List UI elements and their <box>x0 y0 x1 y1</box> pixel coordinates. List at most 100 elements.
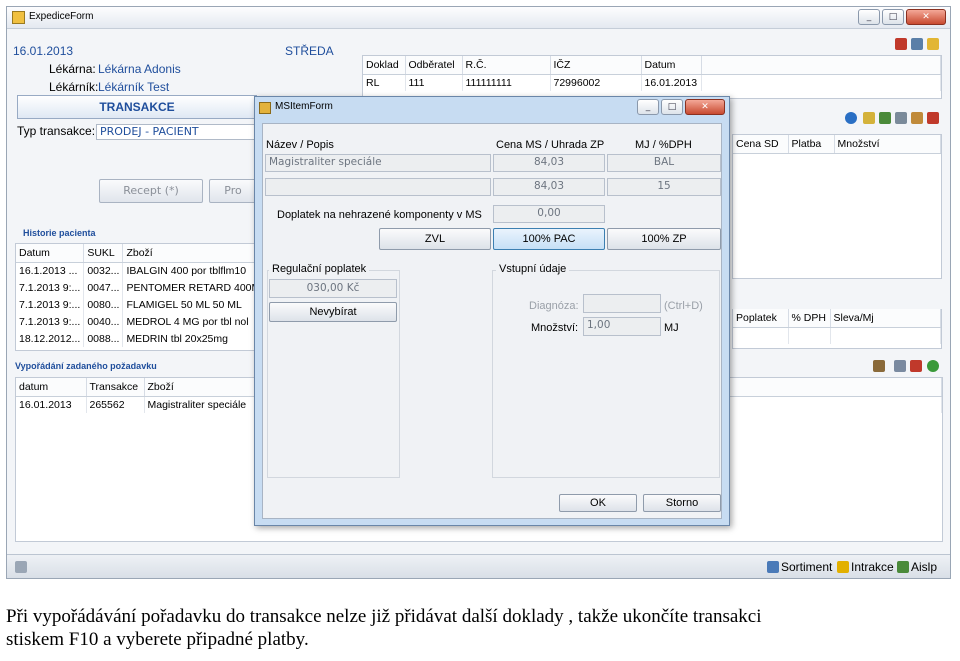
doc-col-doklad[interactable]: Doklad <box>363 56 406 75</box>
intrakce-button[interactable]: Intrakce <box>837 560 894 574</box>
pro-button[interactable]: Pro <box>209 179 257 203</box>
sortiment-label: Sortiment <box>781 560 833 574</box>
list-icon[interactable] <box>894 360 906 372</box>
zp-100-button[interactable]: 100% ZP <box>607 228 721 250</box>
history-cell: FLAMIGEL 50 ML 50 ML <box>122 296 264 313</box>
history-cell: 0080... <box>83 296 124 313</box>
sortiment-icon <box>767 561 779 573</box>
warning-icon <box>837 561 849 573</box>
dph-field[interactable]: 15 <box>607 178 721 196</box>
transaction-type-combo[interactable]: PRODEJ - PACIENT <box>96 124 256 140</box>
zvl-button[interactable]: ZVL <box>379 228 491 250</box>
history-col-sukl[interactable]: SUKL <box>83 244 124 263</box>
close-button[interactable]: ✕ <box>906 9 946 25</box>
remove-icon[interactable] <box>910 360 922 372</box>
table-row[interactable]: 7.1.2013 9:... 0040... MEDROL 4 MG por tbl… <box>16 313 264 330</box>
info-icon[interactable] <box>845 112 857 124</box>
history-cell: MEDROL 4 MG por tbl nol <box>122 313 264 330</box>
doc-col-odberatel[interactable]: Odběratel <box>405 56 463 75</box>
delete-item-icon[interactable] <box>927 112 939 124</box>
diagnosis-field[interactable] <box>583 294 661 313</box>
history-cell: 16.1.2013 ... <box>16 262 85 279</box>
history-grid: Datum SUKL Zboží 16.1.2013 ... 0032... IBA… <box>15 243 265 351</box>
table-row[interactable]: 7.1.2013 9:... 0047... PENTOMER RETARD 400… <box>16 279 264 296</box>
tools-icon[interactable] <box>895 112 907 124</box>
request-cell: 16.01.2013 <box>16 396 87 413</box>
name-field[interactable]: Magistraliter speciále <box>265 154 491 172</box>
history-col-datum[interactable]: Datum <box>16 244 85 263</box>
items-col-mnozstvi[interactable]: Množství <box>834 135 941 154</box>
doc-col-datum[interactable]: Datum <box>641 56 702 75</box>
pac-100-button[interactable]: 100% PAC <box>493 228 605 250</box>
print-icon[interactable] <box>873 360 885 372</box>
dialog-titlebar: MSItemForm _ □ ✕ <box>255 97 729 119</box>
price-ms-field[interactable]: 84,03 <box>493 154 605 172</box>
table-row[interactable]: RL 111 111111111 72996002 16.01.2013 <box>363 74 941 91</box>
pharmacy-label: Lékárna: <box>49 62 96 76</box>
menu-icon[interactable] <box>15 561 27 573</box>
request-col-datum[interactable]: datum <box>16 378 87 397</box>
surcharge-field[interactable]: 0,00 <box>493 205 605 223</box>
doc-cell: 72996002 <box>550 74 642 91</box>
history-cell: 0032... <box>83 262 124 279</box>
request-cell: 265562 <box>86 396 145 413</box>
doc-cell: 111 <box>405 74 463 91</box>
history-cell: 7.1.2013 9:... <box>16 313 85 330</box>
transaction-banner: TRANSAKCE <box>17 95 257 119</box>
tree-icon[interactable] <box>879 112 891 124</box>
price-zp-field[interactable]: 84,03 <box>493 178 605 196</box>
aislp-button[interactable]: Aislp <box>897 560 937 574</box>
items-col-platba[interactable]: Platba <box>788 135 835 154</box>
history-cell: 0040... <box>83 313 124 330</box>
fees-col-poplatek[interactable]: Poplatek <box>733 309 789 328</box>
pharmacist-value: Lékárník Test <box>98 80 170 94</box>
table-row[interactable]: 7.1.2013 9:... 0080... FLAMIGEL 50 ML 50 M… <box>16 296 264 313</box>
dialog-body: Název / Popis Cena MS / Uhrada ZP MJ / %… <box>262 123 722 519</box>
caption-text: Při vypořádávání pořadavku do transakce … <box>6 605 954 651</box>
next-icon[interactable] <box>927 360 939 372</box>
history-cell: 0088... <box>83 330 124 347</box>
dialog-maximize-button[interactable]: □ <box>661 99 683 115</box>
quantity-unit: MJ <box>664 322 679 334</box>
recept-button[interactable]: Recept (*) <box>99 179 203 203</box>
fees-col-dph[interactable]: % DPH <box>788 309 831 328</box>
doc-col-rc[interactable]: R.Č. <box>462 56 551 75</box>
ok-button[interactable]: OK <box>559 494 637 512</box>
document-grid: Doklad Odběratel R.Č. IČZ Datum RL 111 1… <box>362 55 942 99</box>
edit-doc-icon[interactable] <box>911 38 923 50</box>
dialog-close-button[interactable]: ✕ <box>685 99 725 115</box>
fees-grid: Poplatek % DPH Sleva/Mj <box>732 309 942 349</box>
history-cell: MEDRIN tbl 20x25mg <box>122 330 264 347</box>
window-title: ExpediceForm <box>29 11 94 22</box>
table-row[interactable]: 18.12.2012... 0088... MEDRIN tbl 20x25mg <box>16 330 264 347</box>
pharmacy-value: Lékárna Adonis <box>98 62 181 76</box>
minimize-button[interactable]: _ <box>858 9 880 25</box>
sortiment-button[interactable]: Sortiment <box>767 560 832 574</box>
filter-icon[interactable] <box>863 112 875 124</box>
nevybirat-button[interactable]: Nevybírat <box>269 302 397 322</box>
doc-col-icz[interactable]: IČZ <box>550 56 642 75</box>
fees-col-sleva[interactable]: Sleva/Mj <box>830 309 941 328</box>
quantity-label: Množství: <box>531 322 579 334</box>
mj-field[interactable]: BAL <box>607 154 721 172</box>
surcharge-label: Doplatek na nehrazené komponenty v MS <box>277 209 482 221</box>
move-icon[interactable] <box>911 112 923 124</box>
diagnosis-hint: (Ctrl+D) <box>664 300 703 312</box>
dialog-minimize-button[interactable]: _ <box>637 99 659 115</box>
table-row[interactable] <box>733 327 941 344</box>
doc-cell: 111111111 <box>462 74 551 91</box>
request-col-transakce[interactable]: Transakce <box>86 378 145 397</box>
regulatory-fee-field[interactable]: 030,00 Kč <box>269 279 397 298</box>
history-col-zbozi[interactable]: Zboží <box>122 244 264 263</box>
input-data-title: Vstupní údaje <box>496 263 570 275</box>
quantity-field[interactable]: 1,00 <box>583 317 661 336</box>
delete-doc-icon[interactable] <box>895 38 907 50</box>
current-date: 16.01.2013 <box>13 44 74 58</box>
description-field[interactable] <box>265 178 491 196</box>
table-row[interactable]: 16.1.2013 ... 0032... IBALGIN 400 por tblf… <box>16 262 264 279</box>
items-col-cena-sd[interactable]: Cena SD <box>733 135 789 154</box>
maximize-button[interactable]: □ <box>882 9 904 25</box>
save-doc-icon[interactable] <box>927 38 939 50</box>
current-day: STŘEDA <box>285 44 334 58</box>
storno-button[interactable]: Storno <box>643 494 721 512</box>
